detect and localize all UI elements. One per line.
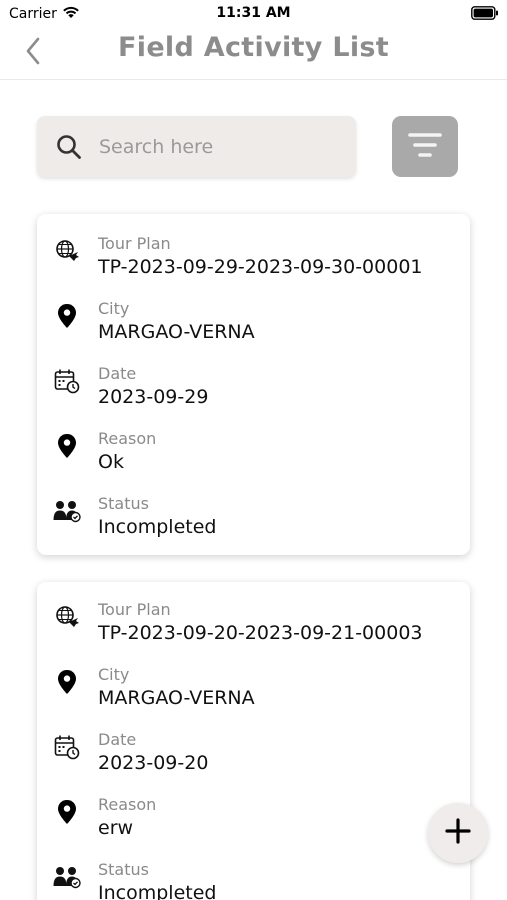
filter-button[interactable] (392, 116, 458, 177)
date-label: Date (98, 364, 137, 383)
date-row: Date 2023-09-29 (37, 364, 470, 420)
tour-plan-value: TP-2023-09-20-2023-09-21-00003 (98, 622, 423, 644)
calendar-clock-icon (53, 733, 81, 761)
date-row: Date 2023-09-20 (37, 730, 470, 786)
tour-plan-row: Tour Plan TP-2023-09-29-2023-09-30-00001 (37, 234, 470, 290)
city-label: City (98, 299, 130, 318)
location-pin-icon (53, 432, 81, 460)
location-pin-icon (53, 668, 81, 696)
search-box[interactable] (37, 116, 356, 177)
date-label: Date (98, 730, 137, 749)
status-row: Status Incompleted (37, 494, 470, 550)
tour-plan-value: TP-2023-09-29-2023-09-30-00001 (98, 256, 423, 278)
plus-icon (445, 818, 471, 848)
status-label: Status (98, 860, 149, 879)
search-input[interactable] (99, 126, 339, 167)
battery-icon (471, 6, 499, 24)
tour-plan-label: Tour Plan (98, 234, 171, 253)
search-icon (55, 133, 83, 161)
location-pin-icon (53, 798, 81, 826)
calendar-clock-icon (53, 367, 81, 395)
city-row: City MARGAO-VERNA (37, 665, 470, 721)
activity-card[interactable]: Tour Plan TP-2023-09-29-2023-09-30-00001… (37, 214, 470, 555)
status-row: Status Incompleted (37, 860, 470, 900)
city-value: MARGAO-VERNA (98, 321, 255, 343)
status-bar: Carrier 11:31 AM (0, 0, 507, 26)
users-status-icon (53, 497, 81, 525)
reason-value: erw (98, 817, 134, 839)
activity-card[interactable]: Tour Plan TP-2023-09-20-2023-09-21-00003… (37, 582, 470, 900)
tour-plan-label: Tour Plan (98, 600, 171, 619)
reason-label: Reason (98, 795, 157, 814)
status-value: Incompleted (98, 882, 217, 900)
date-value: 2023-09-20 (98, 752, 209, 774)
clock: 11:31 AM (216, 5, 291, 21)
globe-plane-icon (53, 237, 81, 265)
nav-bar: Field Activity List (0, 26, 507, 80)
add-activity-button[interactable] (428, 803, 488, 863)
tour-plan-row: Tour Plan TP-2023-09-20-2023-09-21-00003 (37, 600, 470, 656)
globe-plane-icon (53, 603, 81, 631)
reason-row: Reason Ok (37, 429, 470, 485)
reason-row: Reason erw (37, 795, 470, 851)
city-label: City (98, 665, 130, 684)
status-value: Incompleted (98, 516, 217, 538)
city-value: MARGAO-VERNA (98, 687, 255, 709)
city-row: City MARGAO-VERNA (37, 299, 470, 355)
reason-label: Reason (98, 429, 157, 448)
filter-lines-icon (407, 130, 443, 164)
location-pin-icon (53, 302, 81, 330)
reason-value: Ok (98, 451, 124, 473)
page-title: Field Activity List (118, 32, 389, 63)
status-label: Status (98, 494, 149, 513)
users-status-icon (53, 863, 81, 891)
date-value: 2023-09-29 (98, 386, 209, 408)
